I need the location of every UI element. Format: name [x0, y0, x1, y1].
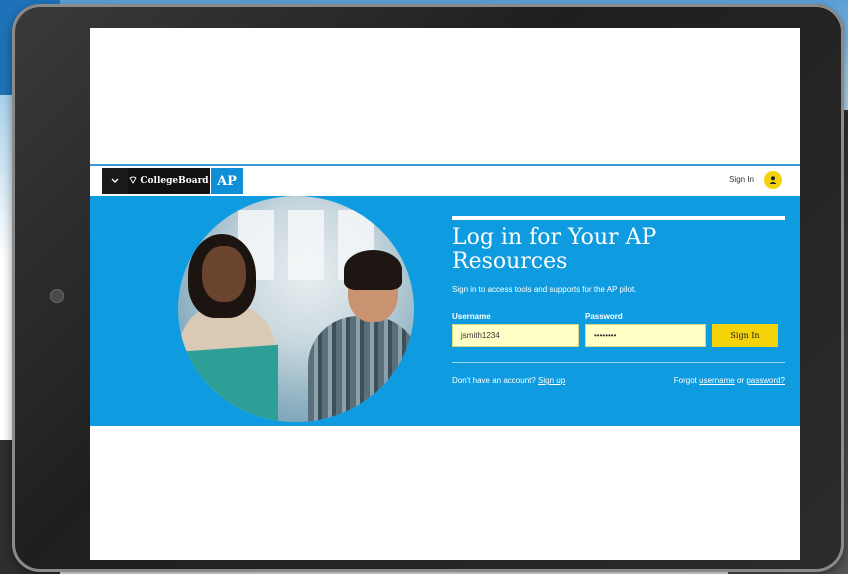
- username-input[interactable]: jsmith1234: [452, 324, 579, 347]
- no-account-text: Don't have an account?: [452, 376, 536, 385]
- tablet-home-button[interactable]: [50, 289, 64, 303]
- signup-link[interactable]: Sign up: [538, 376, 565, 385]
- chevron-down-icon: [111, 176, 119, 186]
- user-icon[interactable]: [764, 171, 782, 189]
- forgot-password-link[interactable]: password?: [746, 376, 785, 385]
- signin-button[interactable]: Sign In: [712, 324, 778, 347]
- student-right-body: [308, 316, 414, 422]
- tablet-screen: CollegeBoard AP Sign In Log in for Your …: [90, 28, 800, 560]
- password-input[interactable]: ••••••••: [585, 324, 706, 347]
- collegeboard-logo-text: CollegeBoard: [140, 176, 209, 186]
- username-label: Username: [452, 312, 491, 321]
- tablet-device: CollegeBoard AP Sign In Log in for Your …: [12, 4, 844, 572]
- menu-button[interactable]: [102, 168, 128, 194]
- student-left-face: [202, 246, 246, 302]
- students-photo: [178, 196, 414, 422]
- login-subtext: Sign in to access tools and supports for…: [452, 285, 637, 294]
- forgot-username-link[interactable]: username: [699, 376, 735, 385]
- forgot-prompt: Forgot username or password?: [674, 376, 785, 385]
- panel-rule: [452, 216, 785, 220]
- login-hero: Log in for Your AP Resources Sign in to …: [90, 196, 800, 426]
- collegeboard-logo[interactable]: CollegeBoard: [128, 168, 210, 194]
- acorn-icon: [129, 176, 137, 187]
- nav-signin-link[interactable]: Sign In: [729, 175, 754, 184]
- ap-logo[interactable]: AP: [211, 168, 243, 194]
- login-panel: Log in for Your AP Resources Sign in to …: [452, 196, 785, 426]
- top-navbar: CollegeBoard AP Sign In: [90, 164, 800, 196]
- password-label: Password: [585, 312, 623, 321]
- panel-divider: [452, 362, 785, 363]
- laptop: [186, 344, 278, 422]
- student-right-hair: [344, 250, 402, 290]
- or-text: or: [736, 376, 745, 385]
- login-headline: Log in for Your AP Resources: [452, 225, 657, 274]
- signup-prompt: Don't have an account? Sign up: [452, 376, 565, 385]
- photo-window: [288, 210, 324, 280]
- forgot-text: Forgot: [673, 376, 697, 385]
